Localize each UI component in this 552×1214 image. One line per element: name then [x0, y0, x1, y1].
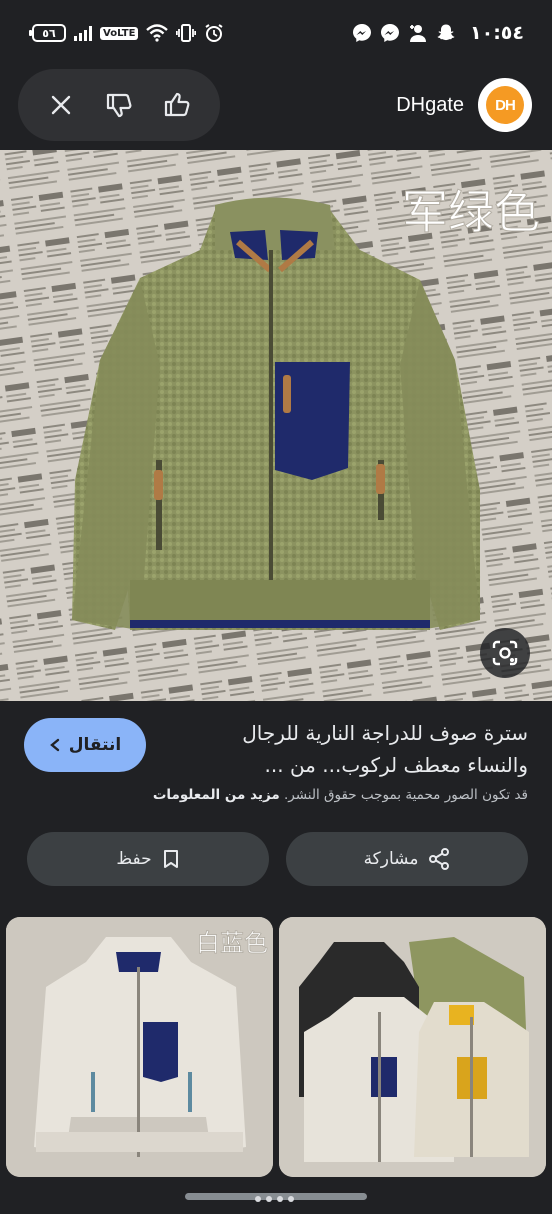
lens-icon [492, 640, 518, 666]
title-line-1: سترة صوف للدراجة النارية للرجال [242, 721, 528, 745]
bookmark-icon [163, 850, 178, 868]
close-icon [51, 95, 71, 115]
main-product-image[interactable]: 军绿色 [0, 150, 552, 701]
more-info-link[interactable]: مزيد من المعلومات [153, 787, 280, 803]
related-images: 白蓝色 [0, 917, 552, 1177]
page-indicator-dots [255, 1196, 294, 1202]
messenger-icon [353, 24, 371, 42]
share-icon [429, 848, 450, 870]
thumbs-down-icon [106, 93, 132, 118]
snapchat-icon [437, 24, 455, 41]
volte-badge: VoLTE [100, 26, 139, 40]
source-brand[interactable]: DHgate DH [396, 78, 532, 132]
save-label: حفظ [116, 849, 152, 869]
related-image-1[interactable]: 白蓝色 [6, 917, 273, 1177]
thumbs-down-button[interactable] [97, 83, 141, 127]
signal-icon [74, 25, 92, 41]
thumbs-up-button[interactable] [155, 83, 199, 127]
jacket-photo: 军绿色 [0, 150, 552, 701]
thumb-overlay-text: 白蓝色 [196, 929, 268, 957]
page-dot [288, 1196, 294, 1202]
page-dot [266, 1196, 272, 1202]
lens-search-button[interactable] [480, 628, 530, 678]
color-overlay-text: 军绿色 [402, 185, 540, 239]
share-button[interactable]: مشاركة [286, 832, 528, 886]
dhgate-logo: DH [486, 86, 524, 124]
save-button[interactable]: حفظ [27, 832, 269, 886]
visit-button[interactable]: انتقال [24, 718, 146, 772]
white-blue-jacket-photo: 白蓝色 [6, 917, 273, 1177]
feedback-actions [18, 69, 220, 141]
page-dot [277, 1196, 283, 1202]
copyright-text: قد تكون الصور محمية بموجب حقوق النشر. [284, 787, 528, 803]
action-buttons: حفظ مشاركة [27, 832, 528, 886]
messenger-icon [381, 24, 399, 42]
wifi-icon [146, 24, 169, 42]
multi-jacket-photo [279, 917, 546, 1177]
close-button[interactable] [39, 83, 83, 127]
result-title[interactable]: سترة صوف للدراجة النارية للرجال والنساء … [188, 717, 528, 781]
copyright-notice: قد تكون الصور محمية بموجب حقوق النشر. مز… [8, 787, 528, 803]
brand-name: DHgate [396, 93, 464, 116]
chevron-left-icon [49, 738, 59, 752]
visit-label: انتقال [68, 735, 122, 755]
alarm-icon [205, 24, 223, 42]
brand-logo: DH [478, 78, 532, 132]
vibrate-icon [176, 24, 197, 42]
status-bar: ٥٦ VoLTE ١٠:٥٤ [0, 0, 552, 66]
status-right: ١٠:٥٤ [352, 22, 524, 44]
status-left: ٥٦ VoLTE [29, 23, 224, 43]
thumbs-up-icon [164, 92, 190, 117]
top-bar: DHgate DH [0, 68, 552, 144]
share-label: مشاركة [363, 849, 419, 869]
page-dot [255, 1196, 261, 1202]
battery-icon: ٥٦ [29, 24, 66, 42]
person-add-icon [410, 25, 426, 42]
title-line-2: والنساء معطف لركوب... من ... [264, 753, 528, 777]
clock: ١٠:٥٤ [470, 22, 524, 44]
related-image-2[interactable] [279, 917, 546, 1177]
